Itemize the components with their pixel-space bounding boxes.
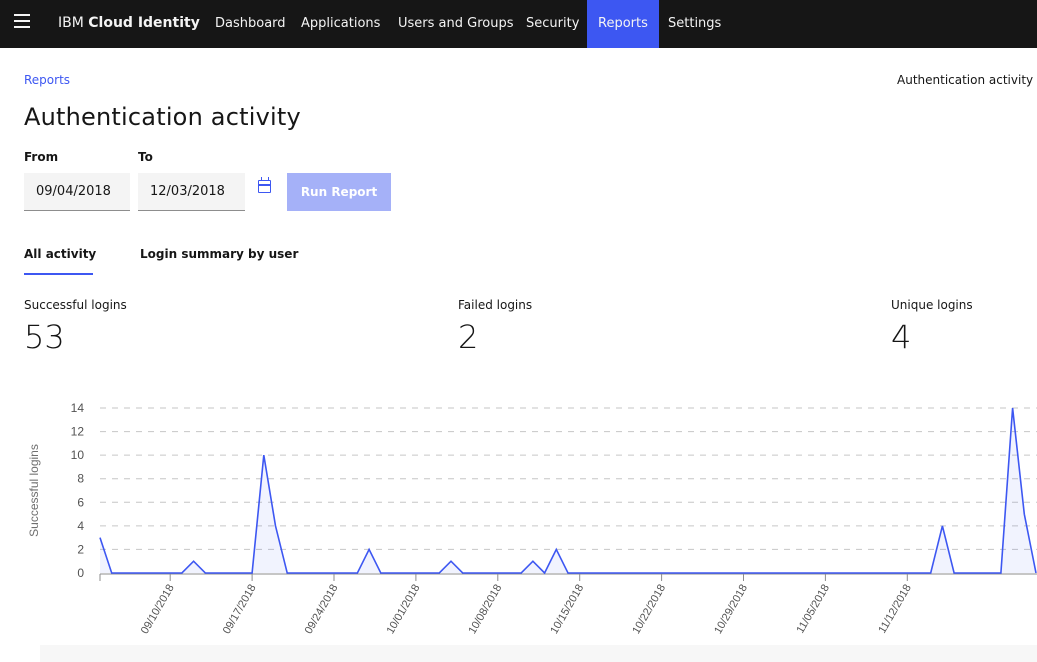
active-tab-indicator (24, 273, 93, 275)
top-navigation-bar: IBM Cloud Identity Dashboard Application… (0, 0, 1037, 48)
brand-name: Cloud Identity (88, 15, 200, 31)
nav-item-applications[interactable]: Applications (290, 0, 391, 48)
x-tick-label: 11/05/2018 (794, 583, 832, 636)
y-tick-label: 0 (77, 566, 84, 580)
x-tick-label: 11/12/2018 (876, 583, 914, 636)
y-tick-label: 8 (77, 472, 84, 486)
tab-login-summary-by-user[interactable]: Login summary by user (140, 247, 298, 261)
menu-icon[interactable] (14, 14, 30, 28)
successful-logins-line-chart: 0 2 4 6 8 10 12 14 Successful logins 09/10/2018 09… (27, 401, 1037, 637)
product-brand[interactable]: IBM Cloud Identity (58, 15, 200, 31)
nav-item-dashboard[interactable]: Dashboard (204, 0, 297, 48)
successful-logins-value: 53 (24, 318, 65, 356)
x-tick-label: 10/15/2018 (548, 583, 586, 637)
nav-item-users-and-groups[interactable]: Users and Groups (387, 0, 524, 48)
unique-logins-label: Unique logins (891, 298, 973, 312)
y-tick-label: 4 (77, 519, 84, 533)
y-tick-label: 12 (71, 425, 85, 439)
calendar-icon[interactable] (258, 177, 271, 193)
unique-logins-value: 4 (891, 318, 912, 356)
to-label: To (138, 150, 153, 164)
tab-all-activity[interactable]: All activity (24, 247, 96, 261)
x-tick-label: 10/22/2018 (630, 583, 668, 637)
x-tick-label: 09/24/2018 (303, 583, 341, 637)
failed-logins-label: Failed logins (458, 298, 533, 312)
successful-logins-label: Successful logins (24, 298, 127, 312)
from-label: From (24, 150, 59, 164)
y-tick-label: 14 (71, 401, 85, 415)
authentication-activity-link[interactable]: Authentication activity f (897, 73, 1037, 87)
x-tick-label: 09/17/2018 (221, 583, 259, 637)
nav-item-security[interactable]: Security (515, 0, 590, 48)
x-tick-label: 09/10/2018 (139, 583, 177, 637)
series-area (100, 408, 1036, 573)
page-title: Authentication activity (24, 103, 301, 131)
from-date-input[interactable]: 09/04/2018 (24, 173, 130, 211)
nav-item-reports[interactable]: Reports (587, 0, 659, 48)
bottom-scroll-area (40, 645, 1037, 662)
y-axis-label: Successful logins (27, 444, 41, 537)
breadcrumb-reports[interactable]: Reports (24, 73, 70, 87)
nav-item-settings[interactable]: Settings (657, 0, 732, 48)
y-tick-label: 6 (77, 495, 84, 509)
x-tick-label: 10/29/2018 (712, 583, 750, 637)
to-date-input[interactable]: 12/03/2018 (138, 173, 245, 211)
run-report-button[interactable]: Run Report (287, 173, 391, 211)
failed-logins-value: 2 (458, 318, 479, 356)
x-tick-label: 10/01/2018 (385, 583, 423, 637)
series-line (99, 407, 1037, 575)
brand-prefix: IBM (58, 15, 84, 31)
y-tick-label: 10 (71, 448, 85, 462)
x-tick-label: 10/08/2018 (466, 583, 504, 637)
y-tick-label: 2 (77, 542, 84, 556)
